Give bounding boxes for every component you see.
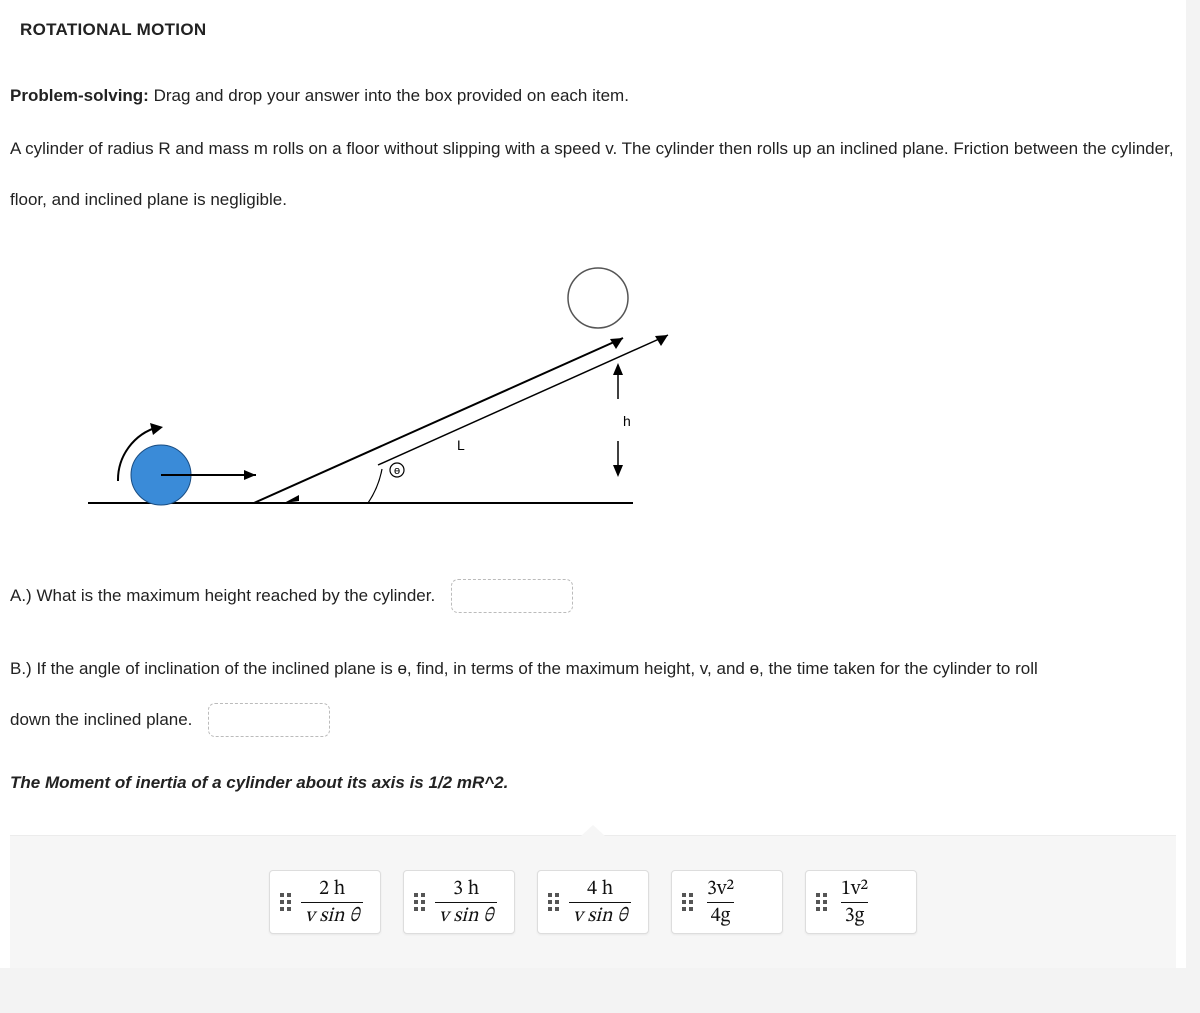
instruction: Problem-solving: Drag and drop your answ… bbox=[10, 70, 1176, 121]
dropzone-b[interactable] bbox=[208, 703, 330, 737]
numerator: 2 h bbox=[315, 878, 349, 902]
denominator: v sin θ bbox=[435, 902, 497, 927]
rotation-arrowhead bbox=[150, 423, 163, 435]
fraction: 3 h v sin θ bbox=[435, 878, 497, 927]
question-a-text: A.) What is the maximum height reached b… bbox=[10, 582, 435, 609]
problem-statement: A cylinder of radius R and mass m rolls … bbox=[10, 123, 1176, 225]
answer-tile-1[interactable]: 2 h v sin θ bbox=[269, 870, 381, 934]
incline-line bbox=[254, 338, 623, 503]
fraction: 2 h v sin θ bbox=[301, 878, 363, 927]
answer-tile-2[interactable]: 3 h v sin θ bbox=[403, 870, 515, 934]
denominator: v sin θ bbox=[301, 902, 363, 927]
cylinder-top bbox=[568, 268, 628, 328]
dropzone-a[interactable] bbox=[451, 579, 573, 613]
answer-bank: 2 h v sin θ 3 h v sin θ 4 h v sin θ 3v² … bbox=[10, 835, 1176, 968]
question-a: A.) What is the maximum height reached b… bbox=[10, 579, 1176, 613]
numerator: 3v² bbox=[703, 878, 738, 902]
label-l: L bbox=[457, 437, 465, 453]
label-h: h bbox=[623, 413, 631, 429]
numerator: 3 h bbox=[449, 878, 483, 902]
incline-base-arrowhead bbox=[284, 495, 299, 503]
drag-handle-icon bbox=[280, 893, 291, 911]
velocity-arrowhead bbox=[244, 470, 256, 480]
answer-tile-3[interactable]: 4 h v sin θ bbox=[537, 870, 649, 934]
drag-handle-icon bbox=[682, 893, 693, 911]
drag-handle-icon bbox=[548, 893, 559, 911]
label-theta: ɵ bbox=[394, 465, 400, 477]
fraction: 4 h v sin θ bbox=[569, 878, 631, 927]
page-title: ROTATIONAL MOTION bbox=[20, 20, 1176, 40]
problem-page: ROTATIONAL MOTION Problem-solving: Drag … bbox=[0, 0, 1186, 968]
angle-arc bbox=[368, 469, 382, 503]
instruction-label: Problem-solving: bbox=[10, 86, 149, 105]
incline-line-lower bbox=[378, 335, 668, 465]
numerator: 1v² bbox=[837, 878, 872, 902]
incline-diagram-svg: ɵ L h bbox=[58, 253, 678, 538]
drag-handle-icon bbox=[414, 893, 425, 911]
fraction: 3v² 4g bbox=[703, 878, 738, 927]
answer-tile-4[interactable]: 3v² 4g bbox=[671, 870, 783, 934]
denominator: v sin θ bbox=[569, 902, 631, 927]
question-b-text-2: down the inclined plane. bbox=[10, 694, 192, 745]
question-b: B.) If the angle of inclination of the i… bbox=[10, 643, 1176, 745]
h-arrow-up-head bbox=[613, 363, 623, 375]
moment-of-inertia-hint: The Moment of inertia of a cylinder abou… bbox=[10, 773, 1176, 793]
h-arrow-down-head bbox=[613, 465, 623, 477]
diagram: ɵ L h bbox=[58, 253, 1176, 543]
answer-tile-5[interactable]: 1v² 3g bbox=[805, 870, 917, 934]
denominator: 4g bbox=[707, 902, 735, 927]
instruction-text: Drag and drop your answer into the box p… bbox=[149, 86, 629, 105]
question-b-text-1: B.) If the angle of inclination of the i… bbox=[10, 659, 1038, 678]
fraction: 1v² 3g bbox=[837, 878, 872, 927]
numerator: 4 h bbox=[583, 878, 617, 902]
drag-handle-icon bbox=[816, 893, 827, 911]
denominator: 3g bbox=[841, 902, 869, 927]
